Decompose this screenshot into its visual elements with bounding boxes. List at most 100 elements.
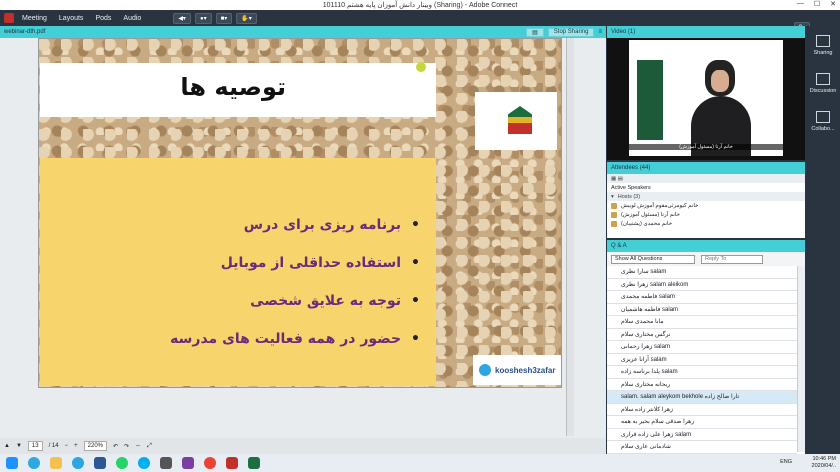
page-total: / 14 — [48, 443, 59, 449]
word-icon[interactable] — [94, 457, 106, 469]
question-item[interactable]: زهرا کلانتر زاده سلام — [607, 404, 797, 416]
qa-scrollbar[interactable] — [797, 266, 805, 452]
layout-collaboration[interactable]: Collabo... — [806, 102, 840, 140]
layout-rail: Sharing Discussion Collabo... — [806, 26, 840, 454]
share-filename: webinar-dth.pdf — [4, 29, 46, 35]
hosts-group[interactable]: ▾ Hosts (3) — [607, 192, 805, 201]
excel-icon[interactable] — [248, 457, 260, 469]
layout-thumbnail-icon — [816, 34, 830, 47]
settings-icon[interactable] — [160, 457, 172, 469]
menu-audio[interactable]: Audio — [123, 15, 141, 22]
bullet-icon: • — [411, 255, 420, 271]
layout-discussion[interactable]: Discussion — [806, 64, 840, 102]
pushpin-icon — [416, 62, 426, 72]
share-scrollbar[interactable] — [566, 38, 574, 436]
school-emblem — [475, 92, 557, 150]
menu-layouts[interactable]: Layouts — [59, 15, 84, 22]
webcam-button[interactable]: ■▾ — [215, 12, 233, 24]
windows-start-icon[interactable] — [6, 457, 18, 469]
bullet-item: • توجه به علایق شخصی — [250, 293, 420, 309]
media-icon[interactable] — [182, 457, 194, 469]
question-item[interactable]: زهرا نظری salam aleikom — [607, 279, 797, 291]
host-item[interactable]: خانم کیومرثی‌مقوم آموزش لوبیش — [607, 201, 805, 210]
page-number-input[interactable]: 13 — [27, 441, 43, 451]
question-item[interactable]: سارا نظری salam — [607, 266, 797, 279]
question-item[interactable]: نرگس مختاری سلام — [607, 329, 797, 341]
app-menubar: Meeting Layouts Pods Audio ◀▾ ●▾ ■▾ ✋▾ ?… — [0, 10, 840, 33]
skype-icon[interactable] — [138, 457, 150, 469]
video-pod: Video (1) خانم آرتا (مسئول آموزش) — [607, 26, 805, 160]
tray-language[interactable]: ENG — [780, 459, 792, 466]
reply-to-select[interactable]: Reply To — [701, 254, 763, 264]
maximize-button[interactable]: ☐ — [814, 0, 820, 8]
connect-app-icon[interactable] — [226, 457, 238, 469]
next-page-icon[interactable]: ▼ — [16, 443, 22, 449]
speaker-icon: ◀▾ — [178, 15, 186, 22]
fit-width-icon[interactable]: ⇔ — [135, 443, 141, 449]
question-item[interactable]: مانا محمدی سلام — [607, 316, 797, 329]
share-sync-button[interactable]: ▤ — [526, 27, 544, 37]
share-pod-header: webinar-dth.pdf ▤ Stop Sharing ≡ — [0, 26, 606, 38]
qa-pod-header: Q & A — [607, 240, 805, 252]
video-feed — [629, 40, 783, 156]
slide-content-box: • برنامه ریزی برای درس • استفاده حداقلی از… — [40, 158, 436, 386]
slide-title: توصیه ها — [180, 73, 286, 101]
stop-sharing-button[interactable]: Stop Sharing — [547, 27, 595, 37]
tray-time: 10:46 PM — [812, 456, 836, 462]
question-item[interactable]: یلدا برناسه زاده salam — [607, 366, 797, 379]
question-item[interactable]: زهرا علی زاده قراری salam — [607, 429, 797, 441]
host-item[interactable]: خانم محمدی (پشتیبان) — [607, 219, 805, 228]
telegram-taskbar-icon[interactable] — [72, 457, 84, 469]
edge-icon[interactable] — [28, 457, 40, 469]
bullet-icon: • — [411, 331, 420, 347]
layout-sharing[interactable]: Sharing — [806, 26, 840, 64]
attendees-pod-title: Attendees (44) — [611, 165, 651, 171]
question-item[interactable]: زهرا صدقی سلام بخیر به همه — [607, 416, 797, 429]
host-item[interactable]: خانم آرتا (مسئول آموزش) — [607, 210, 805, 219]
view-toggle-icon[interactable]: ▦ ▤ — [611, 176, 623, 182]
slide-bullets: • برنامه ریزی برای درس • استفاده حداقلی از… — [170, 206, 420, 358]
redo-icon[interactable]: ↷ — [124, 443, 129, 450]
host-icon — [611, 220, 617, 227]
menu-pods[interactable]: Pods — [95, 15, 111, 22]
presenter-video — [691, 56, 751, 156]
question-item[interactable]: آرانا عزیزی salam — [607, 354, 797, 366]
share-footer-toolbar: ▲ ▼ 13 / 14 − + 220% ↶ ↷ ⇔ ⤢ — [0, 438, 606, 454]
hosts-label: Hosts (3) — [617, 193, 641, 200]
system-tray: ENG 10:46 PM 2020/04/.. — [780, 456, 836, 470]
qa-toolbar: Show All Questions Reply To — [607, 252, 805, 266]
video-caption: خانم آرتا (مسئول آموزش) — [629, 144, 783, 150]
whatsapp-icon[interactable] — [116, 457, 128, 469]
zoom-in-icon[interactable]: + — [74, 443, 78, 449]
question-item[interactable]: زهرا رحمانی salam — [607, 341, 797, 354]
chrome-icon[interactable] — [204, 457, 216, 469]
question-item[interactable]: شادمانی عاری سلام — [607, 441, 797, 454]
adobe-connect-logo — [4, 13, 14, 23]
minimize-button[interactable]: — — [797, 0, 804, 8]
pod-options-icon[interactable]: ≡ — [598, 29, 602, 35]
undo-icon[interactable]: ↶ — [113, 443, 118, 450]
question-item[interactable]: فاطمه هاشمیان salam — [607, 304, 797, 316]
question-item[interactable]: فاطمه محمدی salam — [607, 291, 797, 304]
fullscreen-icon[interactable]: ⤢ — [147, 443, 152, 450]
window-title-bar: وبینار دانش آموزان پایه هشتم 101110 (Sha… — [0, 0, 840, 10]
collapse-icon[interactable]: ▾ — [611, 194, 614, 200]
bullet-icon: • — [411, 217, 420, 233]
bullet-item: • استفاده حداقلی از موبایل — [220, 255, 420, 271]
question-filter-select[interactable]: Show All Questions — [611, 254, 695, 264]
close-button[interactable]: ✕ — [830, 0, 836, 8]
prev-page-icon[interactable]: ▲ — [4, 443, 10, 449]
file-explorer-icon[interactable] — [50, 457, 62, 469]
active-speakers-row: Active Speakers — [607, 183, 805, 192]
emblem-icon — [508, 106, 532, 134]
zoom-out-icon[interactable]: − — [65, 443, 69, 449]
tray-date: 2020/04/.. — [811, 463, 836, 469]
question-item[interactable]: ریحانه مختاری سلام — [607, 379, 797, 391]
raise-hand-button[interactable]: ✋▾ — [236, 12, 257, 24]
speaker-button[interactable]: ◀▾ — [173, 12, 191, 24]
menu-meeting[interactable]: Meeting — [22, 15, 47, 22]
video-pod-header: Video (1) — [607, 26, 805, 38]
zoom-select[interactable]: 220% — [83, 441, 107, 451]
question-item[interactable]: salam. salam aleykom bekhole تارا صالح ز… — [607, 391, 797, 404]
microphone-button[interactable]: ●▾ — [194, 12, 212, 24]
